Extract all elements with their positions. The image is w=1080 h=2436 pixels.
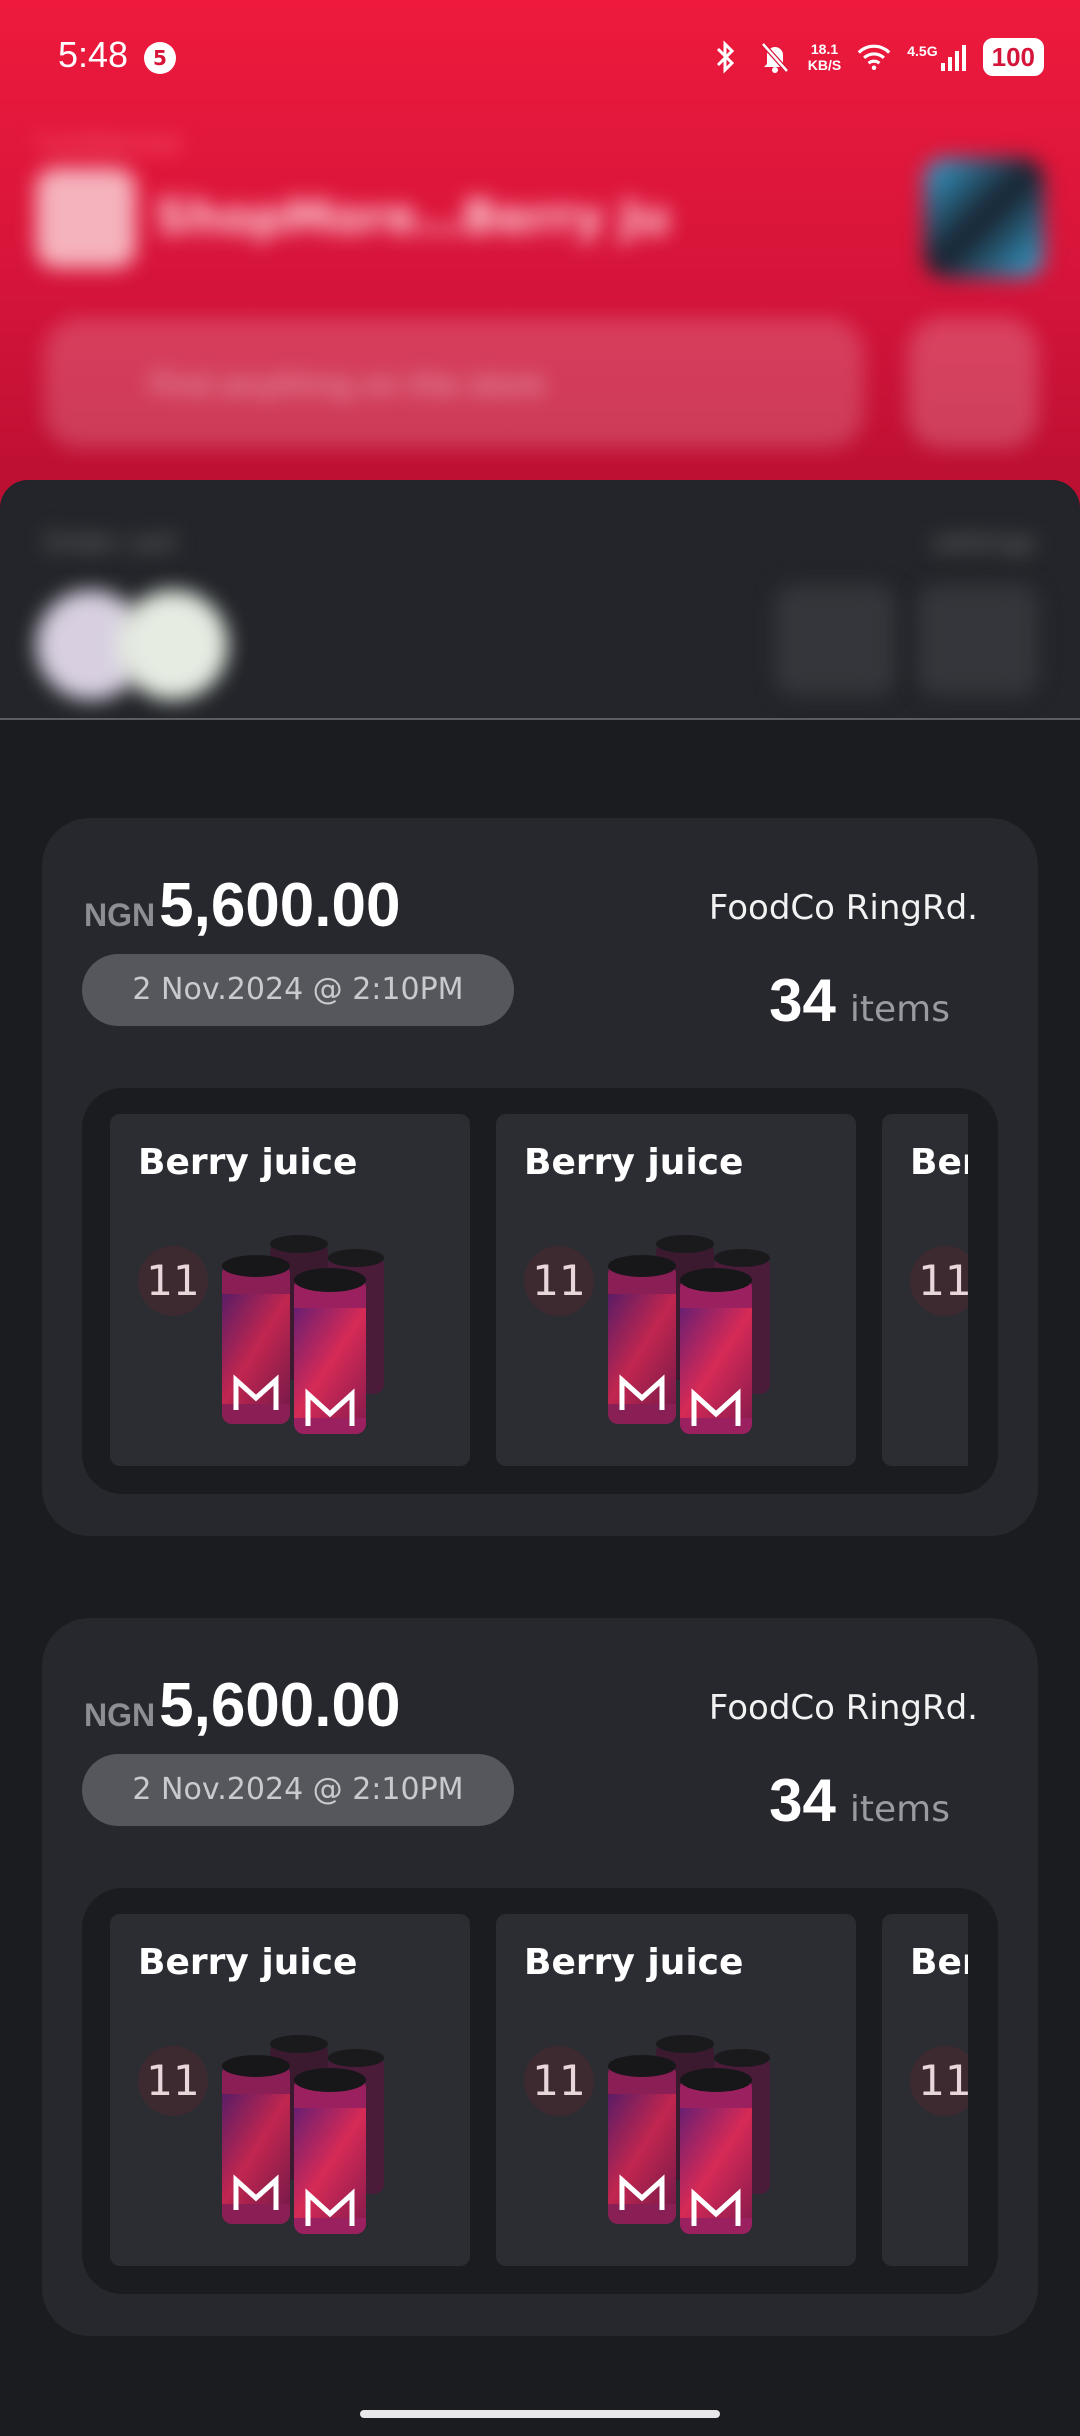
quick-action-button[interactable] (918, 585, 1038, 695)
currency-label: NGN (84, 1697, 156, 1733)
quantity-badge: 11 (524, 1246, 594, 1316)
items-carousel[interactable]: Berry juice 11 Berry juice 11 Be 11 (82, 1088, 998, 1494)
home-indicator[interactable] (360, 2410, 720, 2418)
product-card[interactable]: Berry juice 11 (882, 1914, 968, 2266)
juice-can-pack-image (222, 1235, 384, 1434)
store-location: FoodCo RingRd. (708, 888, 978, 928)
item-count: 34 items (769, 966, 950, 1035)
items-row[interactable]: Berry juice 11 Berry juice 11 Be 11 (110, 1914, 968, 2266)
product-card[interactable]: Berry juice 11 (882, 1114, 968, 1466)
quick-action-button[interactable] (775, 585, 895, 695)
wifi-icon (857, 40, 891, 74)
bell-muted-icon (758, 40, 792, 74)
divider (0, 718, 1080, 720)
status-bar: 5:48 5 18.1 KB/S 4.5G 100 (0, 0, 1080, 110)
juice-can-pack-image (222, 2035, 384, 2234)
item-count-number: 34 (769, 967, 836, 1034)
juice-can-pack-image (608, 1235, 770, 1434)
product-name: Berry juice (910, 1942, 968, 1983)
item-count-number: 34 (769, 1767, 836, 1834)
order-total: NGN 5,600.00 (84, 1670, 400, 1741)
quantity-badge: 11 (910, 1246, 968, 1316)
quantity-badge: 11 (910, 2046, 968, 2116)
quick-panel-title: Order cart (44, 528, 178, 558)
product-card[interactable]: Berry juice 11 (110, 1914, 470, 2266)
product-name: Berry juice (910, 1142, 968, 1183)
item-count: 34 items (769, 1766, 950, 1835)
juice-can-pack-image (608, 2035, 770, 2234)
order-total: NGN 5,600.00 (84, 870, 400, 941)
store-avatar[interactable] (118, 590, 228, 700)
notification-badge: 5 (144, 42, 176, 74)
status-time: 5:48 (58, 34, 129, 75)
header-caption: Confidential (36, 130, 181, 158)
item-count-label: items (849, 1789, 950, 1830)
store-name: ShopMore…Berry Ju (155, 190, 671, 244)
battery-indicator: 100 (982, 38, 1044, 76)
quantity-badge: 11 (524, 2046, 594, 2116)
order-date-badge: 2 Nov.2024 @ 2:10PM (82, 1754, 514, 1826)
product-card[interactable]: Berry juice 11 (496, 1114, 856, 1466)
items-carousel[interactable]: Berry juice 11 Berry juice 11 Be 11 (82, 1888, 998, 2294)
search-placeholder: Find anything on the store (150, 368, 545, 403)
product-card[interactable]: Berry juice 11 (110, 1114, 470, 1466)
avatar[interactable] (924, 158, 1044, 278)
product-name: Berry juice (138, 1142, 358, 1183)
currency-label: NGN (84, 897, 156, 933)
quantity-badge: 11 (138, 2046, 208, 2116)
product-name: Berry juice (524, 1142, 744, 1183)
order-date-badge: 2 Nov.2024 @ 2:10PM (82, 954, 514, 1026)
order-card[interactable]: NGN 5,600.00 2 Nov.2024 @ 2:10PM FoodCo … (42, 818, 1038, 1536)
product-name: Berry juice (138, 1942, 358, 1983)
quick-panel-link[interactable]: settings (932, 528, 1036, 558)
order-amount: 5,600.00 (159, 1671, 401, 1740)
product-name: Berry juice (524, 1942, 744, 1983)
store-logo[interactable] (36, 168, 136, 268)
bluetooth-icon (708, 40, 742, 74)
order-card[interactable]: NGN 5,600.00 2 Nov.2024 @ 2:10PM FoodCo … (42, 1618, 1038, 2336)
items-row[interactable]: Berry juice 11 Berry juice 11 Be 11 (110, 1114, 968, 1466)
signal-icon: 4.5G (907, 43, 966, 71)
net-speed: 18.1 KB/S (807, 41, 842, 73)
store-location: FoodCo RingRd. (708, 1688, 978, 1728)
item-count-label: items (849, 989, 950, 1030)
quantity-badge: 11 (138, 1246, 208, 1316)
product-card[interactable]: Berry juice 11 (496, 1914, 856, 2266)
filter-button[interactable] (908, 318, 1038, 448)
order-amount: 5,600.00 (159, 871, 401, 940)
